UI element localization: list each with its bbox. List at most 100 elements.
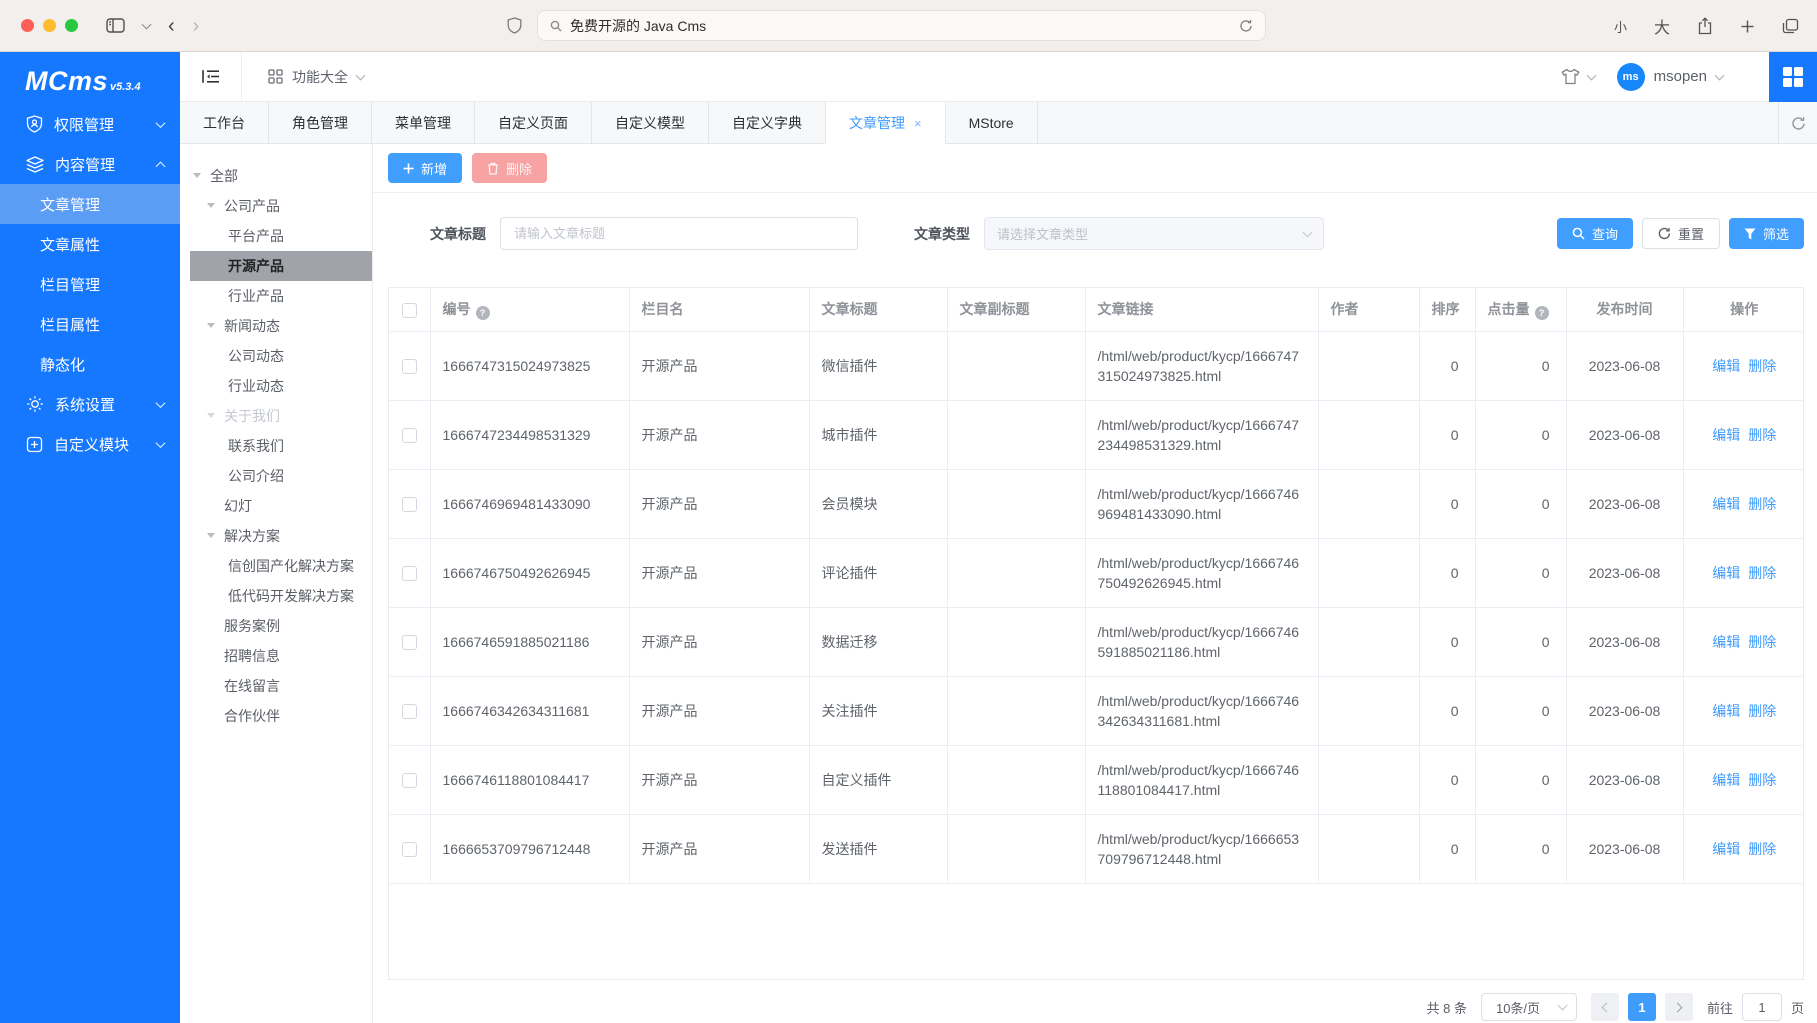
close-window-button[interactable] [21,19,34,32]
tree-node[interactable]: 招聘信息 [180,641,372,671]
new-tab-icon[interactable] [1740,19,1755,34]
reload-icon[interactable] [1239,19,1253,33]
tab-overview-icon[interactable] [1782,18,1799,34]
tree-node[interactable]: 新闻动态 [180,311,372,341]
sidebar-item-custom-module[interactable]: 自定义模块 [0,424,180,464]
row-checkbox[interactable] [402,635,417,650]
privacy-shield-icon[interactable] [507,17,522,34]
row-checkbox[interactable] [402,497,417,512]
tab[interactable]: 文章管理 × [826,102,946,144]
sidebar-item-permission[interactable]: 权限管理 [0,104,180,144]
tree-node[interactable]: 服务案例 [180,611,372,641]
tree-node[interactable]: 联系我们 [180,431,372,461]
sidebar-item-content[interactable]: 内容管理 [0,144,180,184]
sidebar-subitem[interactable]: 静态化 [0,344,180,384]
tree-node[interactable]: 信创国产化解决方案 [180,551,372,581]
tree-expand-icon[interactable] [207,533,215,538]
row-checkbox[interactable] [402,704,417,719]
row-checkbox[interactable] [402,359,417,374]
next-page-button[interactable] [1665,993,1693,1021]
tab[interactable]: 自定义模型 [592,102,709,144]
sidebar-chevron-icon[interactable] [142,19,152,29]
tree-expand-icon[interactable] [207,413,215,418]
tree-node[interactable]: 低代码开发解决方案 [180,581,372,611]
minimize-window-button[interactable] [43,19,56,32]
delete-link[interactable]: 删除 [1748,356,1776,376]
tab[interactable]: 自定义字典 [709,102,826,144]
tree-node[interactable]: 公司介绍 [180,461,372,491]
zoom-window-button[interactable] [65,19,78,32]
text-smaller-button[interactable]: 小 [1614,17,1627,36]
add-button[interactable]: 新增 [388,153,462,183]
tree-node[interactable]: 开源产品 [190,251,372,281]
tree-node[interactable]: 合作伙伴 [180,701,372,731]
row-checkbox[interactable] [402,428,417,443]
tree-node[interactable]: 全部 [180,161,372,191]
edit-link[interactable]: 编辑 [1712,494,1740,514]
browser-sidebar-toggle-icon[interactable] [106,18,125,33]
tab-refresh-button[interactable] [1778,102,1817,144]
tab-close-icon[interactable]: × [914,116,922,131]
help-icon[interactable]: ? [1535,306,1549,320]
tree-expand-icon[interactable] [193,173,201,178]
theme-dropdown[interactable] [1561,68,1595,85]
apps-grid-button[interactable] [1769,52,1817,102]
page-size-select[interactable]: 10条/页 [1481,993,1577,1021]
edit-link[interactable]: 编辑 [1712,770,1740,790]
edit-link[interactable]: 编辑 [1712,839,1740,859]
row-checkbox[interactable] [402,566,417,581]
address-bar[interactable]: 免费开源的 Java Cms [537,10,1266,41]
tab[interactable]: 菜单管理 [372,102,475,144]
edit-link[interactable]: 编辑 [1712,563,1740,583]
tree-node[interactable]: 行业动态 [180,371,372,401]
share-icon[interactable] [1697,17,1713,35]
title-filter-input[interactable] [500,217,858,250]
prev-page-button[interactable] [1591,993,1619,1021]
delete-link[interactable]: 删除 [1748,632,1776,652]
tree-node[interactable]: 行业产品 [180,281,372,311]
delete-link[interactable]: 删除 [1748,563,1776,583]
tree-node[interactable]: 关于我们 [180,401,372,431]
sidebar-subitem[interactable]: 文章管理 [0,184,180,224]
tree-expand-icon[interactable] [207,323,215,328]
forward-button[interactable]: › [193,16,200,36]
row-checkbox[interactable] [402,842,417,857]
tree-node[interactable]: 公司动态 [180,341,372,371]
delete-link[interactable]: 删除 [1748,425,1776,445]
app-menu-dropdown[interactable]: 功能大全 [268,67,364,87]
edit-link[interactable]: 编辑 [1712,356,1740,376]
sidebar-item-system[interactable]: 系统设置 [0,384,180,424]
tab[interactable]: 工作台 [180,102,269,144]
back-button[interactable]: ‹ [168,16,175,36]
select-all-checkbox[interactable] [402,303,417,318]
edit-link[interactable]: 编辑 [1712,701,1740,721]
delete-link[interactable]: 删除 [1748,701,1776,721]
delete-link[interactable]: 删除 [1748,839,1776,859]
user-menu[interactable]: ms msopen [1617,63,1723,91]
text-larger-button[interactable]: 大 [1654,14,1670,38]
tree-node[interactable]: 解决方案 [180,521,372,551]
sidebar-subitem[interactable]: 栏目属性 [0,304,180,344]
help-icon[interactable]: ? [476,306,490,320]
type-filter-select[interactable]: 请选择文章类型 [984,217,1324,250]
tree-node[interactable]: 平台产品 [180,221,372,251]
delete-link[interactable]: 删除 [1748,494,1776,514]
search-button[interactable]: 查询 [1557,218,1633,249]
row-checkbox[interactable] [402,773,417,788]
tree-node[interactable]: 幻灯 [180,491,372,521]
delete-button[interactable]: 删除 [472,153,547,183]
tree-expand-icon[interactable] [207,203,215,208]
delete-link[interactable]: 删除 [1748,770,1776,790]
page-number-button[interactable]: 1 [1628,993,1656,1021]
sidebar-subitem[interactable]: 栏目管理 [0,264,180,304]
tab[interactable]: 自定义页面 [475,102,592,144]
tab[interactable]: 角色管理 [269,102,372,144]
tree-node[interactable]: 公司产品 [180,191,372,221]
reset-button[interactable]: 重置 [1642,218,1720,249]
filter-button[interactable]: 筛选 [1729,218,1804,249]
edit-link[interactable]: 编辑 [1712,425,1740,445]
sidebar-subitem[interactable]: 文章属性 [0,224,180,264]
tab[interactable]: MStore [946,102,1038,144]
collapse-sidebar-button[interactable] [180,52,242,101]
edit-link[interactable]: 编辑 [1712,632,1740,652]
